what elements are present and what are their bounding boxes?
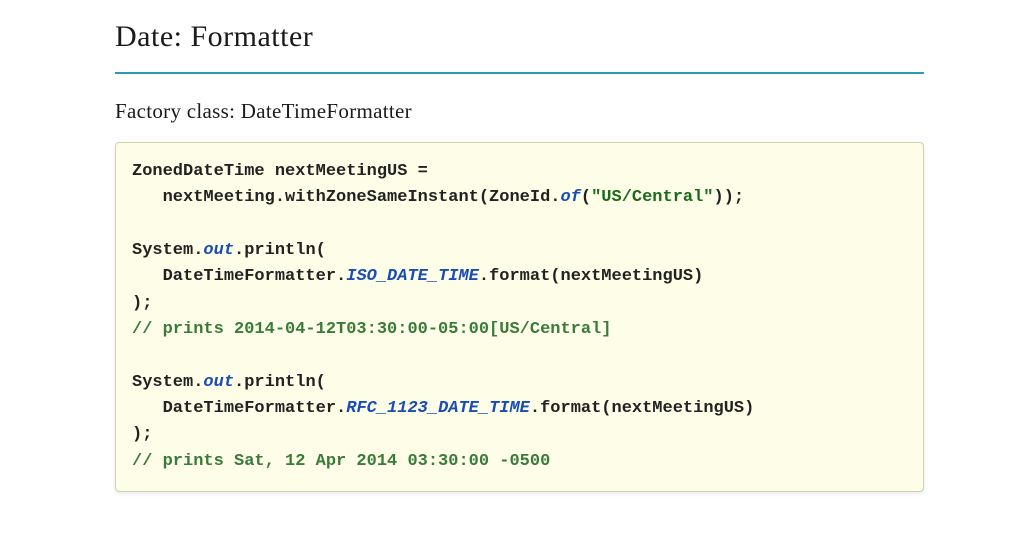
code-text: ); bbox=[132, 294, 152, 313]
code-static-ref: out bbox=[203, 241, 234, 260]
code-text: System. bbox=[132, 373, 203, 392]
code-block: ZonedDateTime nextMeetingUS = nextMeetin… bbox=[115, 142, 924, 492]
code-comment: // prints Sat, 12 Apr 2014 03:30:00 -050… bbox=[132, 452, 550, 471]
code-text: System. bbox=[132, 241, 203, 260]
code-text: ( bbox=[581, 188, 591, 207]
code-text: )); bbox=[714, 188, 745, 207]
slide-subheading: Factory class: DateTimeFormatter bbox=[115, 99, 924, 124]
code-text: nextMeeting.withZoneSameInstant(ZoneId. bbox=[132, 188, 560, 207]
code-static-ref: of bbox=[560, 188, 580, 207]
code-text: .println( bbox=[234, 241, 326, 260]
code-text: DateTimeFormatter. bbox=[132, 267, 346, 286]
code-text: .format(nextMeetingUS) bbox=[479, 267, 703, 286]
code-text: .format(nextMeetingUS) bbox=[530, 399, 754, 418]
code-static-ref: out bbox=[203, 373, 234, 392]
heading-underline bbox=[115, 72, 924, 74]
code-text: ZonedDateTime nextMeetingUS = bbox=[132, 162, 428, 181]
code-text: DateTimeFormatter. bbox=[132, 399, 346, 418]
code-text: ); bbox=[132, 425, 152, 444]
code-static-ref: RFC_1123_DATE_TIME bbox=[346, 399, 530, 418]
code-text: .println( bbox=[234, 373, 326, 392]
slide-heading: Date: Formatter bbox=[115, 20, 924, 54]
code-string-literal: "US/Central" bbox=[591, 188, 713, 207]
code-comment: // prints 2014-04-12T03:30:00-05:00[US/C… bbox=[132, 320, 611, 339]
code-static-ref: ISO_DATE_TIME bbox=[346, 267, 479, 286]
